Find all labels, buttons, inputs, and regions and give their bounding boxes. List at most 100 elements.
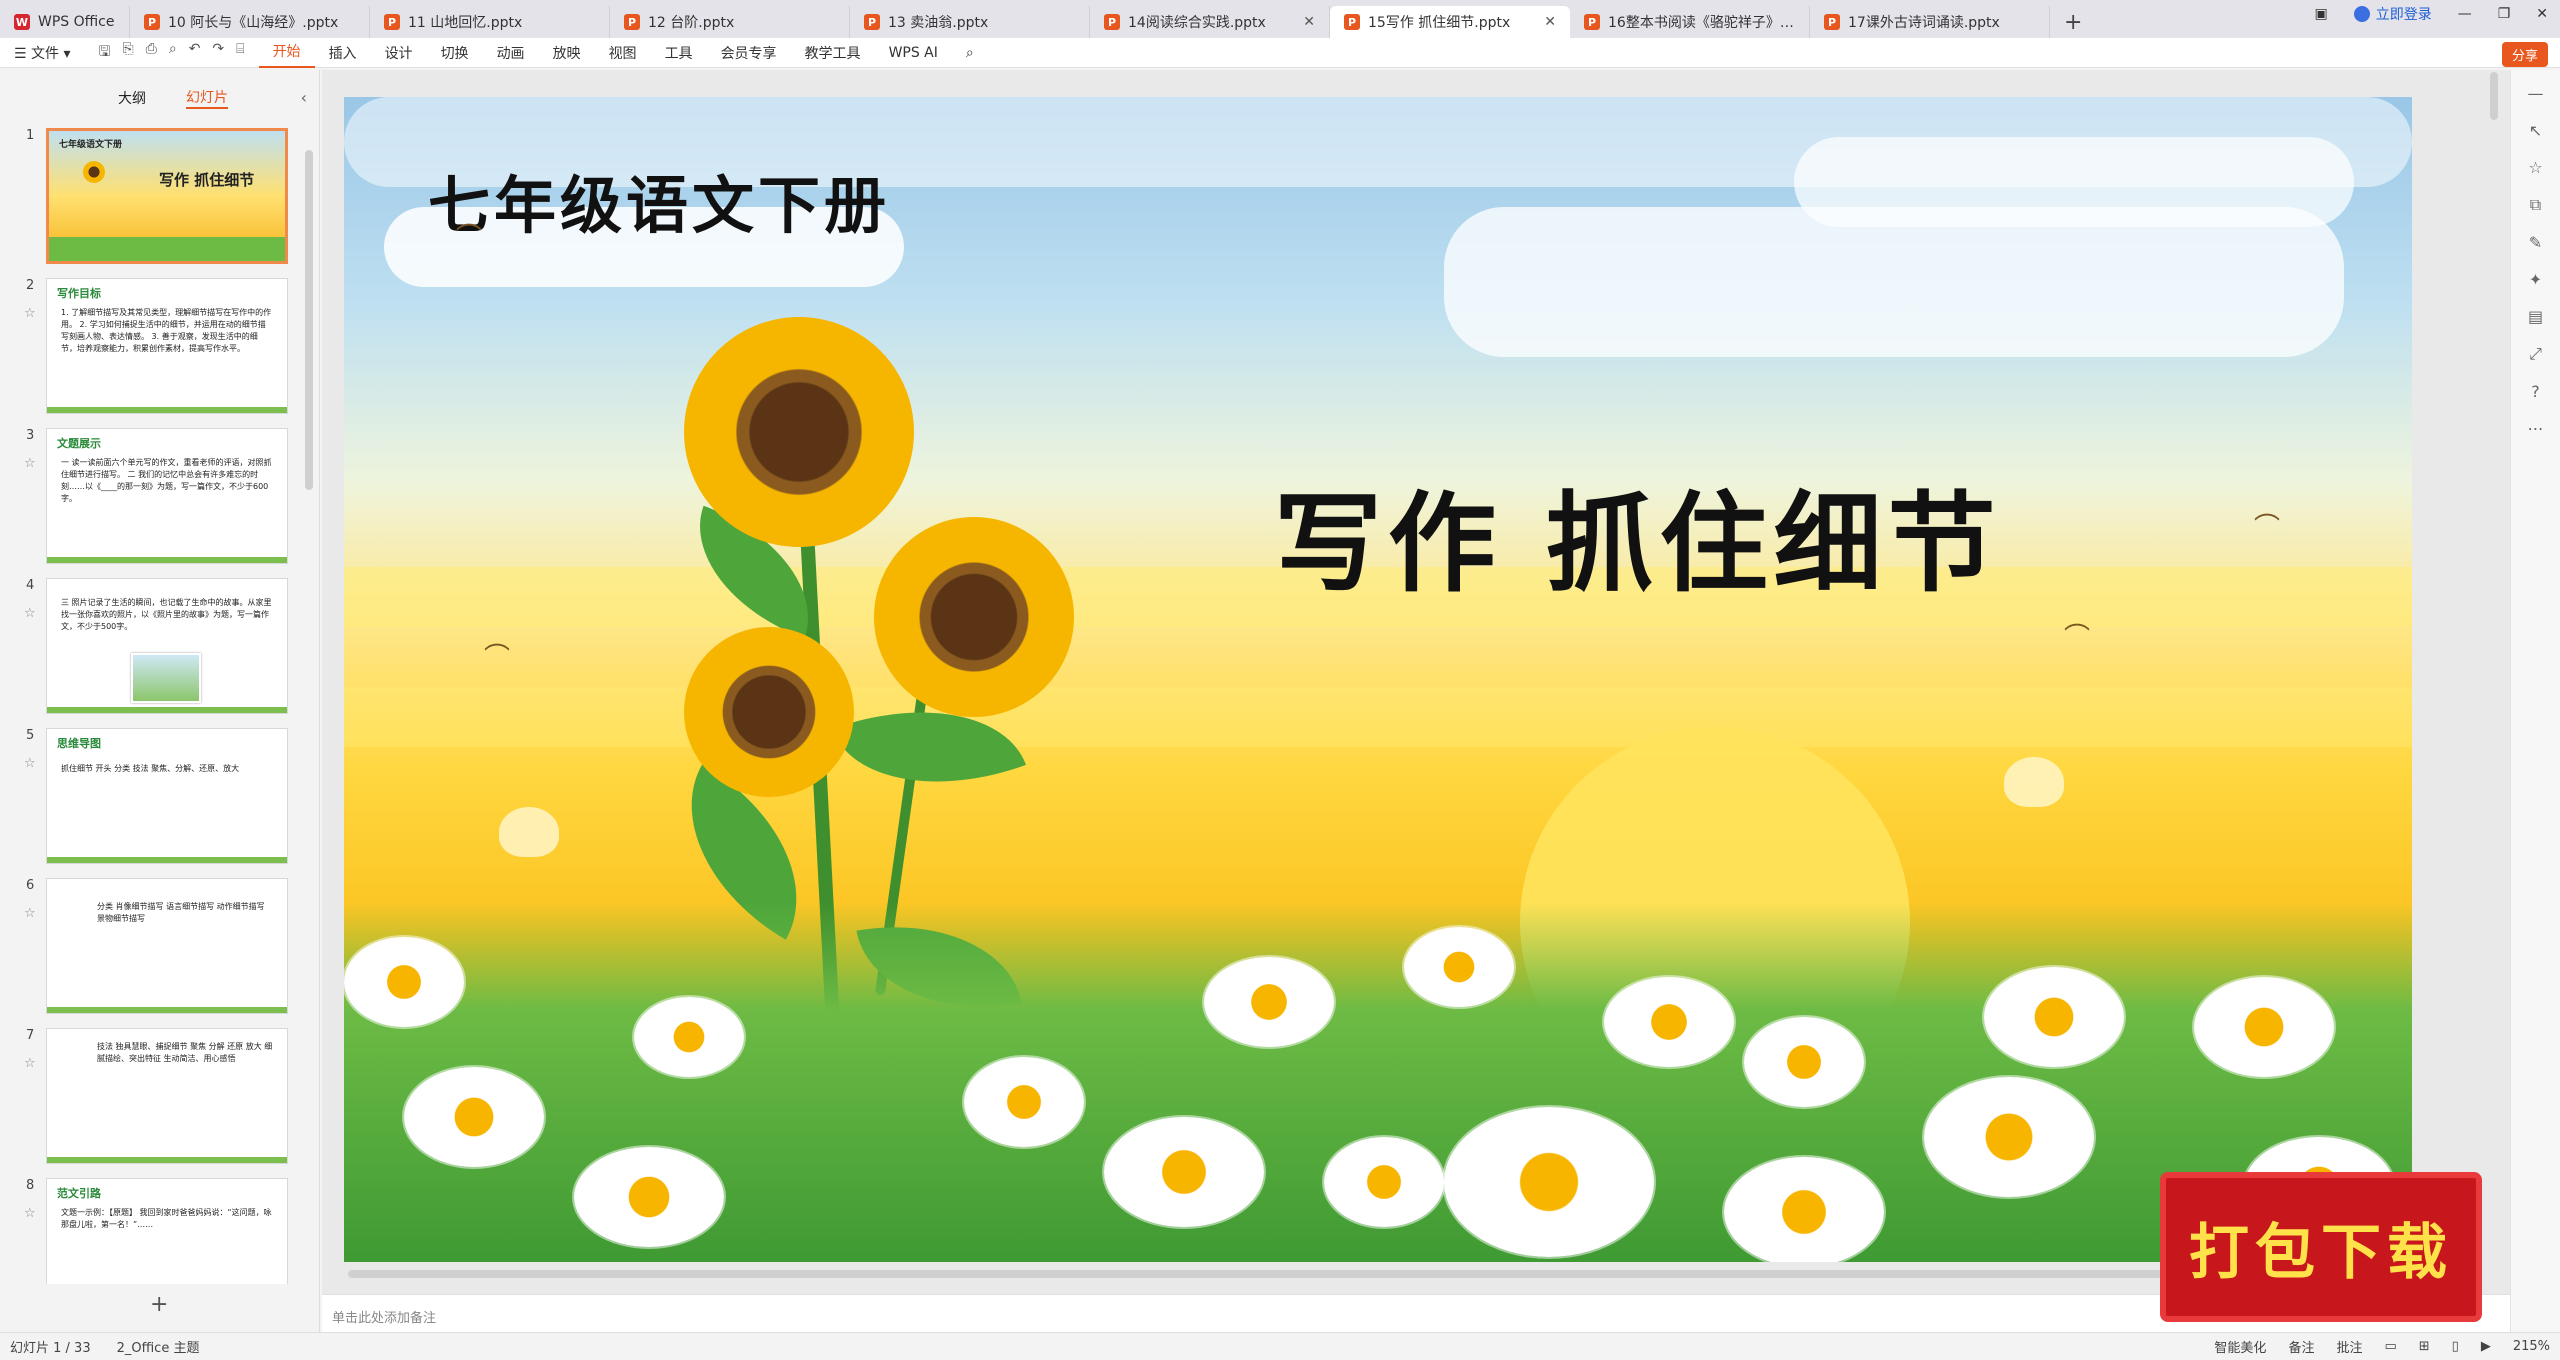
add-slide-button[interactable]: +	[150, 1292, 168, 1317]
tab-label: 11 山地回忆.pptx	[408, 15, 523, 31]
minimize-icon[interactable]: —	[2458, 6, 2472, 22]
normal-view-icon[interactable]: ▭	[2384, 1339, 2396, 1354]
ribbon-tab-slideshow[interactable]: 放映	[539, 43, 595, 63]
comment-toggle[interactable]: 批注	[2336, 1337, 2362, 1356]
star-icon[interactable]: ☆	[24, 456, 36, 471]
preview-icon[interactable]: ⌕	[169, 41, 177, 65]
export-icon[interactable]: ⎘	[122, 41, 133, 65]
slide-thumbnail-row[interactable]: 4 ☆ 三 照片记录了生活的瞬间，也记载了生命中的故事。从家里找一张你喜欢的照片…	[0, 578, 300, 718]
slide-thumbnail-row[interactable]: 6 ☆ 分类 肖像细节描写 语言细节描写 动作细节描写 景物细节描写	[0, 878, 300, 1018]
ribbon-tab-transition[interactable]: 切换	[427, 43, 483, 63]
star-icon[interactable]: ☆	[24, 306, 36, 321]
daisy	[574, 1147, 724, 1247]
canvas-scrollbar-horizontal[interactable]	[348, 1270, 2308, 1278]
ribbon-tab-design[interactable]: 设计	[371, 43, 427, 63]
ribbon-tab-wps-ai[interactable]: WPS AI	[875, 45, 952, 61]
slide-thumbnail[interactable]: 思维导图 抓住细节 开头 分类 技法 聚焦、分解、还原、放大	[46, 728, 288, 864]
document-tab[interactable]: P 10 阿长与《山海经》.pptx	[130, 6, 370, 38]
slide-canvas[interactable]: 七年级语文下册 写作 抓住细节 ⌒ ⌒ ⌒ ⌒	[344, 97, 2412, 1262]
login-button[interactable]: 立即登录	[2353, 4, 2432, 24]
notes-placeholder: 单击此处添加备注	[332, 1311, 437, 1326]
ribbon-tab-home[interactable]: 开始	[258, 38, 315, 68]
slide-thumbnail-row[interactable]: 2 ☆ 写作目标 1. 了解细节描写及其常见类型，理解细节描写在写作中的作用。 …	[0, 278, 300, 418]
slide-thumbnail-row[interactable]: 3 ☆ 文题展示 一 读一读前面六个单元写的作文，重看老师的评语，对照抓住细节进…	[0, 428, 300, 568]
star-icon[interactable]: ☆	[24, 606, 36, 621]
ribbon-tab-view[interactable]: 视图	[595, 43, 651, 63]
ribbon-tab-insert[interactable]: 插入	[315, 43, 371, 63]
document-tab[interactable]: P 13 卖油翁.pptx	[850, 6, 1090, 38]
document-tab-active[interactable]: P 15写作 抓住细节.pptx ✕	[1330, 6, 1570, 38]
slide-thumbnail[interactable]: 写作目标 1. 了解细节描写及其常见类型，理解细节描写在写作中的作用。 2. 学…	[46, 278, 288, 414]
undo-icon[interactable]: ↶	[189, 41, 201, 65]
theme-name[interactable]: 2_Office 主题	[117, 1337, 200, 1356]
panel-scrollbar[interactable]	[305, 150, 313, 490]
slide-thumbnail-row[interactable]: 1 七年级语文下册 写作 抓住细节	[0, 128, 300, 268]
smart-beautify-button[interactable]: 智能美化	[2214, 1337, 2266, 1356]
daisy	[2194, 977, 2334, 1077]
thumb-grass	[47, 707, 287, 713]
star-icon[interactable]: ☆	[2511, 158, 2560, 177]
redo-icon[interactable]: ↷	[212, 41, 224, 65]
tab-outline[interactable]: 大纲	[118, 88, 146, 108]
document-tab[interactable]: P 14阅读综合实践.pptx ✕	[1090, 6, 1330, 38]
file-menu[interactable]: ☰ 文件 ▾	[0, 43, 85, 63]
sorter-view-icon[interactable]: ⊞	[2419, 1339, 2430, 1354]
save-icon[interactable]: 🖫	[99, 41, 111, 65]
star-icon[interactable]: ☆	[24, 1056, 36, 1071]
sky-band	[344, 687, 2412, 747]
ribbon-tab-tools[interactable]: 工具	[651, 43, 707, 63]
format-painter-icon[interactable]: ⌸	[236, 41, 244, 65]
restore-icon[interactable]: ❐	[2498, 6, 2511, 22]
notes-toggle[interactable]: 备注	[2288, 1337, 2314, 1356]
close-window-icon[interactable]: ✕	[2536, 6, 2548, 22]
star-icon[interactable]: ☆	[24, 1206, 36, 1221]
ribbon-tab-member[interactable]: 会员专享	[707, 43, 791, 63]
slide-thumbnail-selected[interactable]: 七年级语文下册 写作 抓住细节	[46, 128, 288, 264]
slide-thumbnail[interactable]: 分类 肖像细节描写 语言细节描写 动作细节描写 景物细节描写	[46, 878, 288, 1014]
resize-icon[interactable]: ⤢	[2511, 344, 2560, 364]
thumb-body: 一 读一读前面六个单元写的作文，重看老师的评语，对照抓住细节进行描写。 二 我们…	[61, 458, 272, 503]
slide-thumbnail[interactable]: 三 照片记录了生活的瞬间，也记载了生命中的故事。从家里找一张你喜欢的照片，以《照…	[46, 578, 288, 714]
book-icon[interactable]: ▤	[2511, 307, 2560, 326]
document-tab[interactable]: P 11 山地回忆.pptx	[370, 6, 610, 38]
minimize-panel-icon[interactable]: —	[2511, 84, 2560, 103]
ribbon-tab-animation[interactable]: 动画	[483, 43, 539, 63]
magic-icon[interactable]: ✦	[2511, 270, 2560, 289]
slide-thumbnail-row[interactable]: 8 ☆ 范文引路 文题一示例：【原题】 我回到家时爸爸妈妈说：“这问题，咏那盘儿…	[0, 1178, 300, 1284]
star-icon[interactable]: ☆	[24, 756, 36, 771]
thumb-body: 分类 肖像细节描写 语言细节描写 动作细节描写 景物细节描写	[97, 902, 265, 923]
document-tab[interactable]: P 17课外古诗词诵读.pptx	[1810, 6, 2050, 38]
document-tab[interactable]: P 16整本书阅读《骆驼祥子》圈点、批	[1570, 6, 1810, 38]
slide-thumbnail-row[interactable]: 7 ☆ 技法 独具慧眼、捕捉细节 聚焦 分解 还原 放大 细腻描绘、突出特征 生…	[0, 1028, 300, 1168]
reading-view-icon[interactable]: ▯	[2452, 1339, 2459, 1354]
tab-slides[interactable]: 幻灯片	[186, 87, 228, 109]
promo-download-banner[interactable]: 打包下载	[2160, 1172, 2482, 1322]
canvas-scrollbar-vertical[interactable]	[2490, 72, 2498, 120]
tab-wps-home[interactable]: W WPS Office	[0, 6, 130, 38]
document-tab[interactable]: P 12 台阶.pptx	[610, 6, 850, 38]
slide-thumbnail[interactable]: 文题展示 一 读一读前面六个单元写的作文，重看老师的评语，对照抓住细节进行描写。…	[46, 428, 288, 564]
style-icon[interactable]: ✎	[2511, 233, 2560, 252]
new-tab-button[interactable]: +	[2064, 6, 2082, 38]
slide-thumbnail[interactable]: 技法 独具慧眼、捕捉细节 聚焦 分解 还原 放大 细腻描绘、突出特征 生动简洁、…	[46, 1028, 288, 1164]
share-button[interactable]: 分享	[2501, 42, 2548, 67]
layout-icon[interactable]: ▣	[2314, 6, 2327, 22]
more-icon[interactable]: ⋯	[2511, 419, 2560, 438]
star-icon[interactable]: ☆	[24, 906, 36, 921]
copy-icon[interactable]: ⧉	[2511, 195, 2560, 215]
print-icon[interactable]: ⎙	[146, 41, 157, 65]
select-icon[interactable]: ↖	[2511, 121, 2560, 140]
close-icon[interactable]: ✕	[1544, 14, 1556, 30]
play-icon[interactable]: ▶	[2481, 1339, 2491, 1354]
wps-logo-icon: W	[14, 14, 30, 30]
collapse-panel-icon[interactable]: ‹	[301, 88, 307, 107]
search-icon[interactable]: ⌕	[952, 45, 988, 61]
slide-thumbnail-row[interactable]: 5 ☆ 思维导图 抓住细节 开头 分类 技法 聚焦、分解、还原、放大	[0, 728, 300, 868]
thumb-grass	[47, 1157, 287, 1163]
help-icon[interactable]: ?	[2511, 382, 2560, 401]
ribbon-tab-teaching[interactable]: 教学工具	[791, 43, 875, 63]
zoom-level[interactable]: 215%	[2513, 1339, 2550, 1354]
close-icon[interactable]: ✕	[1303, 14, 1315, 30]
slide-thumbnail[interactable]: 范文引路 文题一示例：【原题】 我回到家时爸爸妈妈说：“这问题，咏那盘儿啦，第一…	[46, 1178, 288, 1284]
slide-number: 6	[26, 878, 35, 893]
